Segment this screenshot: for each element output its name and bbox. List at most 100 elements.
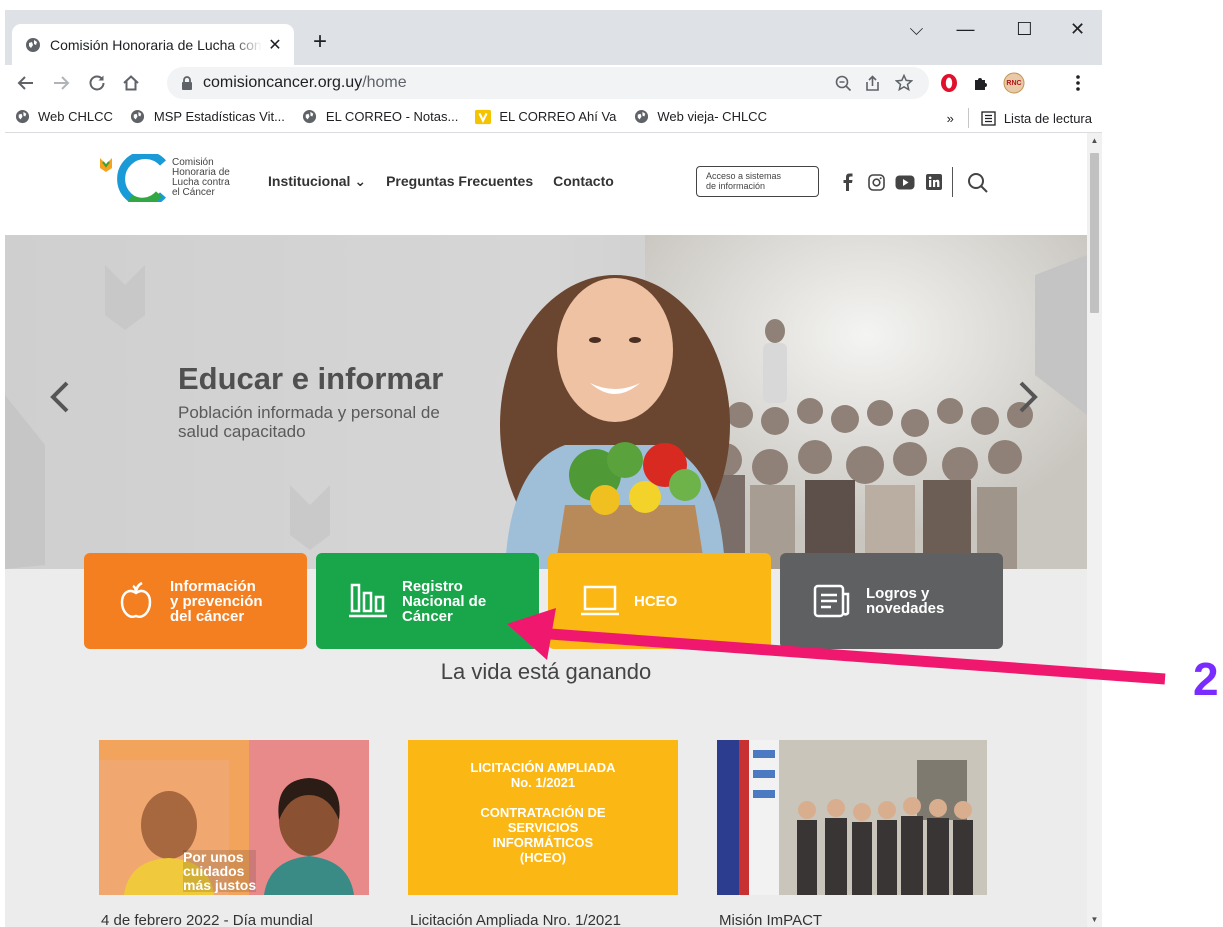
- tab-close-icon[interactable]: ✕: [268, 35, 282, 55]
- news-image-line: cuidados: [183, 863, 245, 879]
- nav-contacto[interactable]: Contacto: [553, 173, 614, 190]
- rnc-badge-text: RNC: [1006, 80, 1021, 87]
- laptop-icon: [578, 579, 622, 623]
- bar-chart-icon: [346, 579, 390, 623]
- slider-prev-icon[interactable]: [45, 377, 75, 417]
- bookmark-item[interactable]: Web CHLCC: [14, 109, 113, 125]
- apple-icon: [114, 579, 158, 623]
- globe-icon: [24, 36, 41, 53]
- news-caption-1[interactable]: 4 de febrero 2022 - Día mundial: [101, 912, 313, 927]
- scroll-up-icon[interactable]: ▲: [1087, 133, 1102, 148]
- nav-preguntas-frecuentes[interactable]: Preguntas Frecuentes: [386, 173, 533, 190]
- browser-window: Comisión Honoraria de Lucha contra el Cá…: [5, 10, 1102, 927]
- home-button[interactable]: [116, 68, 146, 98]
- url-path: /home: [362, 74, 407, 91]
- rnc-extension-icon[interactable]: RNC: [1002, 71, 1026, 95]
- card-hceo[interactable]: HCEO: [548, 553, 771, 649]
- logo-wordmark: Comisión Honoraria de Lucha contra el Cá…: [172, 158, 230, 198]
- card-label: HCEO: [634, 594, 677, 609]
- scrollbar-thumb[interactable]: [1090, 153, 1099, 313]
- forward-arrow-icon: [54, 76, 70, 90]
- reload-button[interactable]: [82, 68, 112, 98]
- back-button[interactable]: [11, 68, 41, 98]
- new-tab-button[interactable]: +: [305, 28, 335, 58]
- news-image-overlay: Por unos cuidados más justos: [183, 850, 257, 893]
- access-systems-button[interactable]: Acceso a sistemas de información: [696, 166, 819, 197]
- bookmark-star-icon[interactable]: [892, 71, 916, 95]
- page-viewport: Comisión Honoraria de Lucha contra el Cá…: [5, 133, 1102, 927]
- url-host: comisioncancer.org.uy: [203, 74, 363, 91]
- youtube-icon[interactable]: [892, 169, 918, 195]
- card-logros-novedades[interactable]: Logros y novedades: [780, 553, 1003, 649]
- reading-list-icon: [981, 110, 996, 126]
- hero-illustration: [5, 235, 1087, 569]
- news-image-line: No. 1/2021: [510, 775, 576, 790]
- hero-subtitle: Población informada y personal de salud …: [178, 403, 440, 441]
- facebook-icon[interactable]: [834, 169, 860, 195]
- bookmark-item[interactable]: EL CORREO - Notas...: [302, 109, 458, 125]
- site-logo[interactable]: Comisión Honoraria de Lucha contra el Cá…: [98, 154, 230, 202]
- browser-menu-icon[interactable]: [1066, 71, 1090, 95]
- card-label-line: Registro: [402, 577, 463, 595]
- slider-next-icon[interactable]: [1013, 377, 1043, 417]
- social-links: [834, 169, 950, 195]
- yellow-v-icon: [475, 109, 492, 125]
- logo-line: el Cáncer: [172, 187, 215, 198]
- globe-icon: [633, 109, 649, 125]
- bookmark-item[interactable]: EL CORREO Ahí Va: [475, 109, 616, 125]
- access-button-line: de información: [706, 181, 766, 191]
- forward-button[interactable]: [46, 68, 76, 98]
- bookmarks-overflow-button[interactable]: »: [947, 111, 954, 126]
- extensions-puzzle-icon[interactable]: [969, 71, 993, 95]
- browser-tab[interactable]: Comisión Honoraria de Lucha contra el Cá…: [12, 24, 294, 65]
- zoom-icon[interactable]: [831, 71, 855, 95]
- card-label-line: novedades: [866, 600, 945, 617]
- tab-search-button[interactable]: ⌵: [894, 14, 939, 44]
- address-bar[interactable]: comisioncancer.org.uy/home: [167, 67, 929, 99]
- card-label-line: HCEO: [634, 592, 678, 610]
- globe-icon: [302, 109, 318, 125]
- bookmark-label: Web vieja- CHLCC: [657, 109, 767, 124]
- card-registro-nacional[interactable]: Registro Nacional de Cáncer: [316, 553, 539, 649]
- scroll-down-icon[interactable]: ▼: [1087, 912, 1102, 927]
- news-image-3[interactable]: [717, 740, 987, 895]
- news-caption-3[interactable]: Misión ImPACT: [719, 912, 822, 927]
- card-label-line: del cáncer: [170, 607, 245, 625]
- annotation-number: 2: [1193, 653, 1219, 705]
- news-image-line: CONTRATACIÓN DE: [480, 805, 606, 820]
- news-image-line: LICITACIÓN AMPLIADA: [470, 760, 616, 775]
- back-arrow-icon: [17, 76, 33, 90]
- share-icon[interactable]: [860, 71, 884, 95]
- feature-cards: Información y prevención del cáncer Regist…: [84, 553, 1004, 649]
- bookmark-item[interactable]: MSP Estadísticas Vit...: [130, 109, 285, 125]
- card-label: Logros y novedades: [866, 586, 944, 616]
- card-label-line: y prevención: [170, 592, 263, 610]
- news-image-2[interactable]: LICITACIÓN AMPLIADA No. 1/2021 CONTRATAC…: [408, 740, 678, 895]
- access-button-line: Acceso a sistemas: [706, 171, 782, 181]
- news-image-line: (HCEO): [519, 850, 567, 865]
- card-label-line: Información: [170, 577, 256, 595]
- news-photo: [717, 740, 987, 895]
- opera-extension-icon[interactable]: [937, 71, 961, 95]
- instagram-icon[interactable]: [863, 169, 889, 195]
- globe-icon: [130, 109, 146, 125]
- card-label-line: Nacional de: [402, 592, 487, 610]
- close-window-button[interactable]: ✕: [1055, 14, 1100, 44]
- maximize-button[interactable]: ☐: [1002, 14, 1047, 44]
- bookmarks-divider: [967, 108, 969, 128]
- minimize-button[interactable]: —: [943, 14, 988, 44]
- chlcc-logo-icon: [100, 154, 166, 202]
- news-caption-2[interactable]: Licitación Ampliada Nro. 1/2021: [410, 912, 621, 927]
- reading-list-button[interactable]: Lista de lectura: [1004, 111, 1092, 126]
- card-informacion-prevencion[interactable]: Información y prevención del cáncer: [84, 553, 307, 649]
- news-image-1[interactable]: Por unos cuidados más justos: [99, 740, 369, 895]
- bookmark-item[interactable]: Web vieja- CHLCC: [633, 109, 767, 125]
- linkedin-icon[interactable]: [921, 169, 947, 195]
- site-nav: Institucional ⌄ Preguntas Frecuentes Con…: [268, 173, 634, 190]
- news-icon: [810, 579, 854, 623]
- nav-institucional[interactable]: Institucional ⌄: [268, 173, 366, 190]
- page-scrollbar[interactable]: ▲ ▼: [1087, 133, 1102, 927]
- search-icon[interactable]: [967, 172, 989, 194]
- browser-toolbar: comisioncancer.org.uy/home RNC: [5, 65, 1102, 101]
- news-image-line: más justos: [183, 877, 257, 893]
